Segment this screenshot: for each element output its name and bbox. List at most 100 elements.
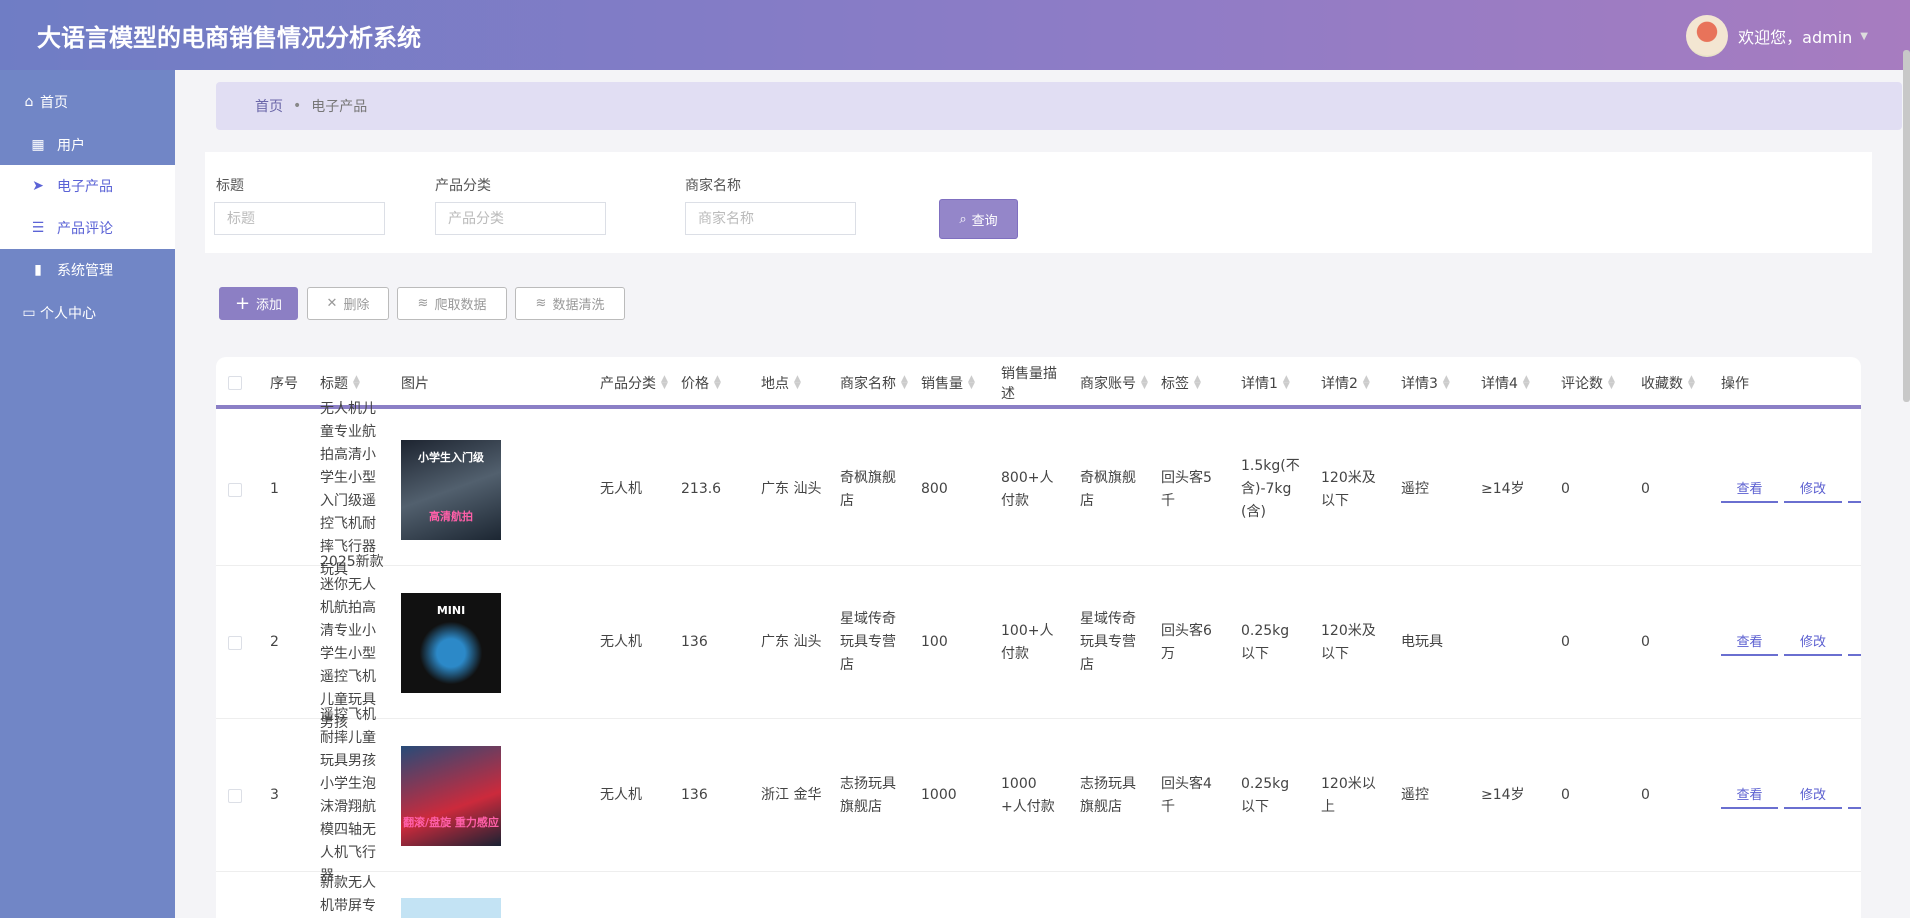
- cell-d3: 遥控: [1389, 413, 1469, 566]
- cell-d4: ≥14岁: [1469, 719, 1549, 872]
- sort-icon[interactable]: ▲ ▼: [1688, 375, 1695, 391]
- sort-icon[interactable]: ▲ ▼: [901, 375, 908, 391]
- delete-row-button[interactable]: [1848, 779, 1861, 809]
- grid-icon: ▦: [31, 137, 45, 153]
- column-header[interactable]: 价格 ▲ ▼: [669, 357, 749, 409]
- select-all-checkbox-cell[interactable]: [216, 357, 258, 409]
- row-checkbox-cell[interactable]: [216, 413, 258, 566]
- view-button[interactable]: 查看: [1721, 473, 1778, 503]
- sort-icon[interactable]: ▲ ▼: [1608, 375, 1615, 391]
- product-image[interactable]: 小学生入门级 高清航拍: [401, 439, 501, 540]
- column-header[interactable]: 商家名称 ▲ ▼: [828, 357, 909, 409]
- row-checkbox[interactable]: [228, 482, 242, 497]
- clean-button[interactable]: ≋ 数据清洗: [515, 287, 625, 320]
- column-header[interactable]: 详情1 ▲ ▼: [1229, 357, 1309, 409]
- clean-label: 数据清洗: [552, 298, 605, 313]
- sidebar-item-label: 个人中心: [40, 306, 96, 322]
- sort-icon[interactable]: ▲ ▼: [1194, 375, 1201, 391]
- sort-icon[interactable]: ▲ ▼: [968, 375, 975, 391]
- sidebar-item-profile[interactable]: ▭ 个人中心: [0, 292, 175, 334]
- column-header[interactable]: 商家账号 ▲ ▼: [1068, 357, 1149, 409]
- sort-icon[interactable]: ▲ ▼: [661, 375, 668, 391]
- sidebar-item-label: 首页: [40, 95, 68, 111]
- column-header[interactable]: 详情4 ▲ ▼: [1469, 357, 1549, 409]
- image-cell: 小学生入门级 高清航拍: [389, 413, 588, 566]
- avatar[interactable]: [1686, 15, 1729, 57]
- product-image[interactable]: MINI: [401, 592, 501, 693]
- add-button[interactable]: + 添加: [219, 287, 298, 320]
- cell-index-text: 2: [270, 634, 279, 650]
- select-all-checkbox[interactable]: [228, 376, 242, 390]
- cell-sales_desc-text: 800+人付款: [1001, 469, 1054, 509]
- sidebar-item-label: 系统管理: [57, 263, 113, 279]
- cell-location-text: 浙江 金华: [761, 787, 822, 803]
- sidebar-item-electronics[interactable]: ➤ 电子产品: [0, 165, 175, 207]
- cell-sales_desc: 1000+人付款: [989, 719, 1068, 872]
- delete-row-button[interactable]: [1848, 473, 1861, 503]
- add-label: 添加: [256, 298, 283, 313]
- row-checkbox-cell[interactable]: [216, 566, 258, 719]
- category-input[interactable]: [435, 202, 606, 235]
- column-header[interactable]: 详情2 ▲ ▼: [1309, 357, 1389, 409]
- page-scrollbar[interactable]: [1903, 50, 1910, 402]
- row-checkbox-cell[interactable]: [216, 719, 258, 872]
- merchant-input[interactable]: [685, 202, 856, 235]
- column-header[interactable]: 产品分类 ▲ ▼: [588, 357, 669, 409]
- product-image[interactable]: 翻滚/盘旋 重力感应: [401, 745, 501, 846]
- product-image[interactable]: [401, 898, 501, 918]
- column-header[interactable]: 标签 ▲ ▼: [1149, 357, 1229, 409]
- sidebar-item-system[interactable]: ▮ 系统管理: [0, 249, 175, 291]
- cell-index: 2: [258, 566, 308, 719]
- cell-d1-text: 0.25kg以下: [1241, 775, 1290, 815]
- user-menu[interactable]: 欢迎您，admin ▼: [1686, 15, 1868, 57]
- row-checkbox[interactable]: [228, 635, 242, 650]
- cell-comments: 0: [1549, 413, 1629, 566]
- sidebar-item-users[interactable]: ▦ 用户: [0, 124, 175, 166]
- cell-favorites: [1629, 872, 1709, 918]
- sidebar-item-home[interactable]: ⌂ 首页: [0, 81, 175, 123]
- sort-icon[interactable]: ▲ ▼: [353, 375, 360, 391]
- title-input[interactable]: [214, 202, 385, 235]
- sort-icon[interactable]: ▲ ▼: [1141, 375, 1148, 391]
- sort-icon[interactable]: ▲ ▼: [1523, 375, 1530, 391]
- list-icon: ☰: [31, 220, 45, 236]
- cell-d2-text: 120米及以下: [1321, 622, 1376, 662]
- delete-row-button[interactable]: [1848, 626, 1861, 656]
- image-cell: MINI: [389, 566, 588, 719]
- breadcrumb-home[interactable]: 首页: [255, 96, 283, 116]
- cell-category-text: 无人机: [600, 787, 642, 803]
- close-icon: ✕: [326, 296, 338, 311]
- sidebar-item-label: 产品评论: [57, 221, 113, 237]
- edit-button[interactable]: 修改: [1784, 626, 1842, 656]
- cell-sales_desc-text: 1000+人付款: [1001, 775, 1055, 815]
- cell-title: 2025新款迷你无人机航拍高清专业小学生小型遥控飞机儿童玩具男孩: [308, 554, 389, 731]
- cell-category: 无人机: [588, 413, 669, 566]
- column-header[interactable]: 地点 ▲ ▼: [749, 357, 828, 409]
- edit-button[interactable]: 修改: [1784, 779, 1842, 809]
- view-button[interactable]: 查看: [1721, 626, 1778, 656]
- cell-sales-text: 800: [921, 481, 948, 497]
- sort-icon[interactable]: ▲ ▼: [1363, 375, 1370, 391]
- column-header-label: 地点: [761, 376, 789, 392]
- row-checkbox[interactable]: [228, 788, 242, 803]
- column-header[interactable]: 销售量 ▲ ▼: [909, 357, 989, 409]
- cell-category: 无人机: [588, 566, 669, 719]
- column-header[interactable]: 详情3 ▲ ▼: [1389, 357, 1469, 409]
- edit-button[interactable]: 修改: [1784, 473, 1842, 503]
- column-header-label: 详情1: [1241, 376, 1278, 392]
- sidebar-item-reviews[interactable]: ☰ 产品评论: [0, 207, 175, 249]
- sort-icon[interactable]: ▲ ▼: [714, 375, 721, 391]
- query-button[interactable]: ⌕ 查询: [939, 199, 1018, 239]
- view-button[interactable]: 查看: [1721, 779, 1778, 809]
- column-header: 销售量描述: [989, 357, 1068, 409]
- crawl-button[interactable]: ≋ 爬取数据: [397, 287, 507, 320]
- sort-icon[interactable]: ▲ ▼: [1443, 375, 1450, 391]
- sidebar-item-label: 用户: [57, 138, 85, 154]
- column-header[interactable]: 评论数 ▲ ▼: [1549, 357, 1629, 409]
- delete-button[interactable]: ✕ 删除: [307, 287, 389, 320]
- cell-sales_desc: [989, 872, 1068, 918]
- column-header[interactable]: 收藏数 ▲ ▼: [1629, 357, 1709, 409]
- sort-icon[interactable]: ▲ ▼: [1283, 375, 1290, 391]
- sort-icon[interactable]: ▲ ▼: [794, 375, 801, 391]
- caret-down-icon[interactable]: ▼: [1860, 31, 1868, 42]
